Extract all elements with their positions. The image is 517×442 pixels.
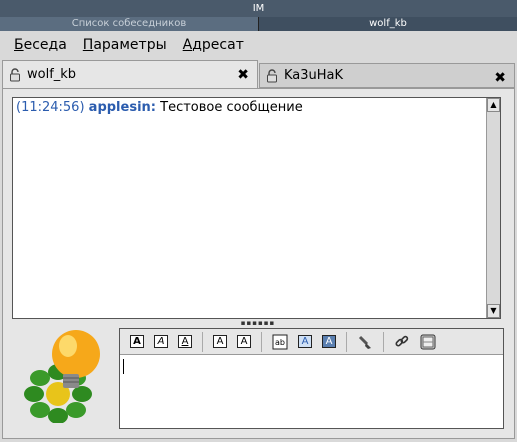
lock-open-icon	[10, 67, 20, 81]
menu-options-mnemonic: П	[82, 37, 94, 53]
font-face-icon[interactable]: ab	[272, 334, 288, 350]
menu-conversation-label: еседа	[23, 37, 67, 53]
message-line: (11:24:56) applesin: Тестовое сообщение	[16, 100, 303, 115]
font-shrink-icon[interactable]: A	[237, 335, 251, 348]
window-tab-bar: Список собеседников wolf_kb	[0, 17, 517, 31]
insert-link-icon[interactable]	[394, 334, 410, 350]
background-color-icon[interactable]: A	[298, 335, 312, 348]
menu-bar: Беседа Параметры Адресат	[0, 32, 517, 58]
window-title: IM	[0, 0, 517, 17]
toolbar-separator	[202, 331, 203, 352]
window-tab-wolf-kb[interactable]: wolf_kb	[258, 17, 517, 31]
menu-buddy-mnemonic: А	[182, 37, 193, 53]
conversation-tabs: wolf_kb ✖ Ka3uHaK ✖	[2, 60, 515, 88]
text-caret	[123, 359, 124, 374]
message-sender: applesin:	[88, 100, 156, 115]
menu-buddy-label: дресат	[192, 37, 244, 53]
tab-kazinak[interactable]: Ka3uHaK ✖	[259, 63, 515, 88]
lock-open-icon	[267, 68, 277, 82]
menu-conversation-mnemonic: Б	[14, 37, 24, 53]
underline-icon[interactable]: A	[178, 335, 192, 348]
window-tab-buddy-list[interactable]: Список собеседников	[0, 17, 258, 31]
tab-wolf-kb[interactable]: wolf_kb ✖	[2, 60, 258, 88]
tab-kazinak-close-icon[interactable]: ✖	[494, 70, 506, 86]
message-text: Тестовое сообщение	[160, 100, 303, 115]
tab-wolf-kb-close-icon[interactable]: ✖	[237, 67, 249, 83]
scroll-up-icon[interactable]: ▲	[487, 98, 500, 112]
menu-conversation[interactable]: Беседа	[14, 37, 67, 53]
bold-icon[interactable]: A	[130, 335, 144, 348]
font-grow-icon[interactable]: A	[213, 335, 227, 348]
message-timestamp: (11:24:56)	[16, 100, 85, 115]
message-input-area[interactable]: A A A A A ab A A	[119, 328, 504, 429]
menu-options[interactable]: Параметры	[83, 37, 167, 53]
icq-flower-lightbulb-logo	[24, 330, 100, 423]
toolbar-separator	[383, 331, 384, 352]
svg-text:ab: ab	[275, 338, 285, 347]
log-scrollbar[interactable]: ▲ ▼	[486, 98, 500, 318]
italic-icon[interactable]: A	[154, 335, 168, 348]
toolbar-separator	[261, 331, 262, 352]
tab-wolf-kb-label: wolf_kb	[27, 67, 77, 82]
clear-formatting-brush-icon[interactable]	[357, 334, 373, 350]
pane-splitter-handle[interactable]: ▪▪▪▪▪▪	[240, 320, 276, 327]
formatting-toolbar: A A A A A ab A A	[120, 329, 503, 355]
menu-options-label: араметры	[93, 37, 167, 53]
toolbar-separator	[346, 331, 347, 352]
foreground-color-icon[interactable]: A	[322, 335, 336, 348]
insert-image-icon[interactable]	[420, 334, 436, 350]
scroll-down-icon[interactable]: ▼	[487, 304, 500, 318]
menu-buddy[interactable]: Адресат	[183, 37, 244, 53]
tab-kazinak-label: Ka3uHaK	[284, 68, 344, 83]
message-log[interactable]: (11:24:56) applesin: Тестовое сообщение …	[12, 97, 501, 319]
